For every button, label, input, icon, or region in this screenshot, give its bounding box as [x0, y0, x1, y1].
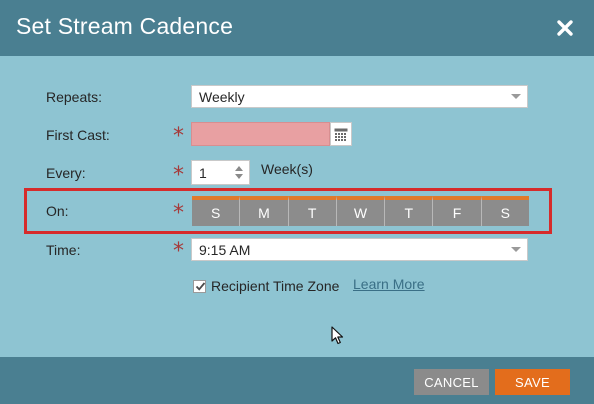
recipient-time-zone-label: Recipient Time Zone: [211, 278, 340, 294]
day-toggle-wednesday[interactable]: W: [336, 196, 386, 226]
time-select[interactable]: 9:15 AM: [191, 238, 528, 261]
day-toggle-tuesday[interactable]: T: [288, 196, 337, 226]
on-label: On:: [46, 203, 69, 219]
day-toggle-saturday[interactable]: S: [481, 196, 529, 226]
recipient-time-zone-checkbox[interactable]: [193, 279, 206, 293]
every-unit-label: Week(s): [261, 161, 313, 177]
cancel-button[interactable]: CANCEL: [414, 369, 489, 395]
day-toggle-thursday[interactable]: T: [385, 196, 434, 226]
required-marker: *: [173, 163, 184, 188]
chevron-down-icon: [511, 94, 521, 99]
first-cast-label: First Cast:: [46, 127, 110, 143]
calendar-icon[interactable]: [330, 122, 352, 146]
day-of-week-selector: S M T W T F S: [192, 196, 529, 226]
day-toggle-friday[interactable]: F: [433, 196, 482, 226]
required-marker: *: [173, 124, 184, 149]
every-label: Every:: [46, 165, 86, 181]
required-marker: *: [173, 201, 184, 226]
set-stream-cadence-dialog: Set Stream Cadence Repeats: Weekly First…: [0, 0, 594, 404]
repeats-select[interactable]: Weekly: [191, 85, 528, 108]
time-label: Time:: [46, 242, 81, 258]
checkmark-icon: [195, 281, 206, 291]
day-toggle-monday[interactable]: M: [240, 196, 289, 226]
every-quantity-stepper[interactable]: 1: [191, 160, 250, 185]
close-icon[interactable]: [554, 17, 576, 39]
chevron-down-icon: [511, 247, 521, 252]
repeats-value: Weekly: [199, 89, 245, 105]
learn-more-link[interactable]: Learn More: [353, 276, 425, 292]
mouse-pointer-icon: [331, 326, 345, 351]
day-toggle-sunday[interactable]: S: [192, 196, 241, 226]
stepper-up-icon[interactable]: [235, 166, 243, 171]
repeats-label: Repeats:: [46, 89, 103, 105]
time-value: 9:15 AM: [199, 242, 251, 258]
stepper-down-icon[interactable]: [235, 174, 243, 179]
first-cast-date-input[interactable]: [191, 122, 330, 146]
dialog-header: Set Stream Cadence: [0, 0, 594, 56]
save-button[interactable]: SAVE: [495, 369, 570, 395]
recipient-time-zone-row: Recipient Time Zone: [193, 278, 339, 294]
dialog-title: Set Stream Cadence: [16, 13, 234, 39]
every-value: 1: [199, 165, 207, 181]
required-marker: *: [173, 239, 184, 264]
